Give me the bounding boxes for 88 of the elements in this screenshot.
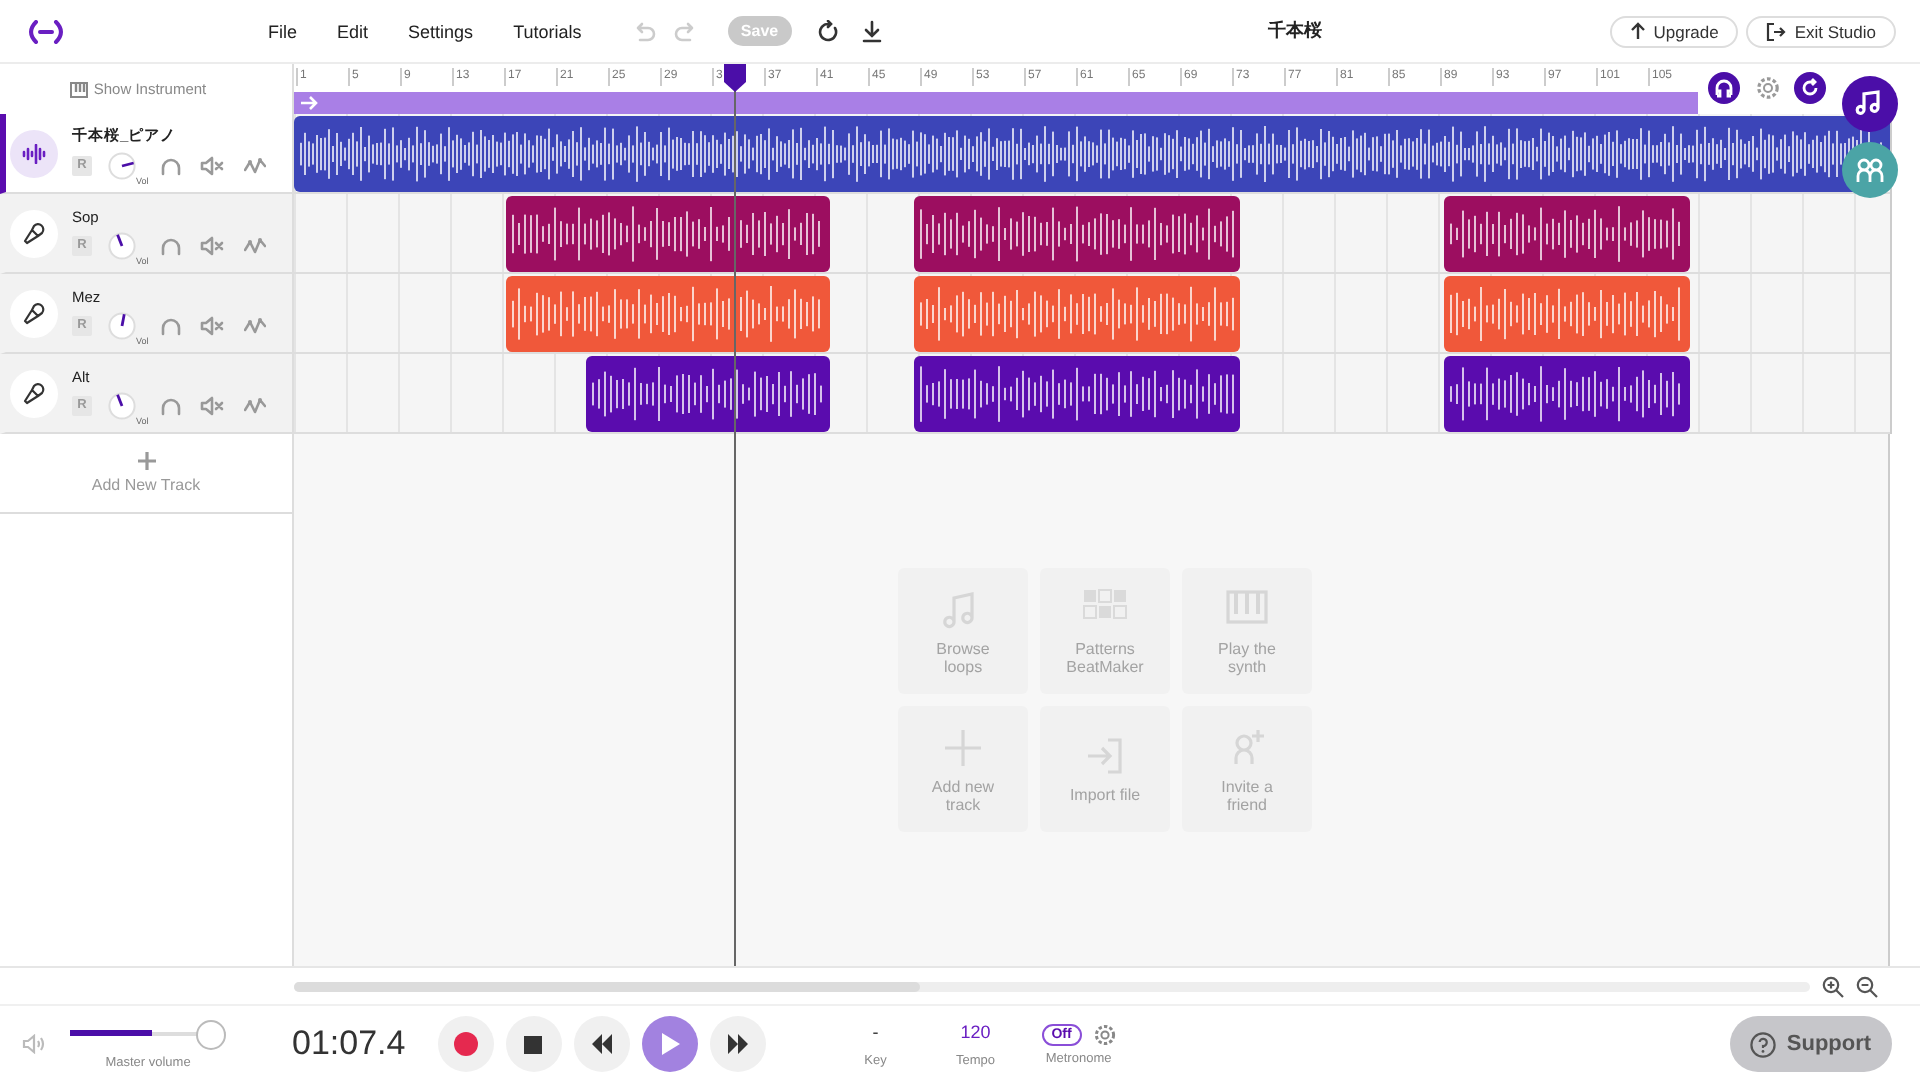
tile-label: Invite a friend — [1219, 777, 1275, 813]
stop-icon — [522, 1033, 545, 1055]
project-title: 千本桜 — [1267, 18, 1322, 44]
volume-knob[interactable] — [108, 152, 136, 180]
exit-icon — [1766, 21, 1787, 41]
track-icon[interactable] — [10, 209, 58, 257]
tile-label: Browse loops — [934, 639, 992, 675]
audio-clip[interactable] — [294, 116, 1890, 192]
volume-knob[interactable] — [108, 391, 136, 419]
record-button[interactable] — [437, 1016, 494, 1072]
tile-label: Add new track — [929, 777, 997, 813]
microphone-icon — [22, 381, 46, 405]
automation-icon[interactable] — [244, 156, 267, 176]
import-icon — [1082, 734, 1128, 776]
settings-icon[interactable] — [1756, 76, 1780, 100]
settings-icon[interactable] — [1093, 1023, 1116, 1045]
collaborators-icon[interactable] — [1842, 142, 1898, 198]
fast-forward-icon — [725, 1032, 750, 1056]
track-icon[interactable] — [10, 289, 58, 337]
play-button[interactable] — [641, 1016, 698, 1072]
playhead-marker[interactable] — [724, 64, 746, 92]
microphone-icon — [22, 301, 46, 325]
fast-forward-button[interactable] — [709, 1016, 766, 1072]
piano-icon — [69, 81, 88, 97]
mute-icon[interactable] — [200, 395, 225, 415]
audio-clip[interactable] — [586, 356, 830, 432]
tile-label: Patterns BeatMaker — [1064, 639, 1146, 675]
help-icon — [1750, 1031, 1777, 1057]
loop-icon[interactable] — [1794, 72, 1826, 104]
quick-action-tile[interactable]: Add new track — [898, 706, 1028, 832]
quick-action-tile[interactable]: Browse loops — [898, 568, 1028, 694]
quick-action-tile[interactable]: Play the synth — [1182, 568, 1312, 694]
mute-icon[interactable] — [200, 315, 225, 335]
add-track-label: Add New Track — [91, 476, 201, 494]
headphones-icon[interactable] — [1708, 72, 1740, 104]
menu-item[interactable]: Tutorials — [513, 21, 582, 41]
quick-action-tile[interactable]: Import file — [1040, 706, 1170, 832]
plus-icon — [940, 725, 986, 767]
automation-icon[interactable] — [244, 235, 267, 255]
menu-item[interactable]: Settings — [408, 21, 474, 41]
play-icon — [657, 1032, 682, 1056]
automation-icon[interactable] — [244, 315, 267, 335]
audio-clip[interactable] — [506, 276, 830, 352]
upgrade-button[interactable]: Upgrade — [1609, 15, 1739, 47]
audio-clip[interactable] — [1444, 276, 1690, 352]
quick-action-tile[interactable]: Patterns BeatMaker — [1040, 568, 1170, 694]
music-note-icon[interactable] — [1842, 76, 1898, 132]
tempo-value[interactable]: 120 — [960, 1021, 991, 1041]
volume-knob[interactable] — [108, 231, 136, 259]
audio-clip[interactable] — [914, 356, 1240, 432]
arrow-right-icon — [300, 96, 318, 111]
time-display: 01:07.4 — [292, 1024, 406, 1064]
menu-item[interactable]: Edit — [337, 21, 369, 41]
quick-action-tile[interactable]: Invite a friend — [1182, 706, 1312, 832]
plus-icon — [137, 452, 155, 470]
mute-icon[interactable] — [200, 235, 225, 255]
track-icon[interactable] — [10, 129, 58, 177]
audio-clip[interactable] — [506, 196, 830, 272]
stop-button[interactable] — [505, 1016, 562, 1072]
tile-label: Import file — [1067, 786, 1143, 804]
record-icon — [453, 1032, 478, 1056]
automation-icon[interactable] — [244, 395, 267, 415]
support-button[interactable]: Support — [1730, 1016, 1892, 1072]
zoom-in-icon[interactable] — [1822, 975, 1844, 997]
logo-icon[interactable] — [26, 19, 66, 43]
exit-studio-button[interactable]: Exit Studio — [1746, 15, 1896, 47]
microphone-icon — [22, 221, 46, 245]
scrollbar-thumb[interactable] — [294, 981, 920, 991]
zoom-out-icon[interactable] — [1856, 975, 1878, 997]
arrow-up-icon — [1629, 22, 1646, 40]
waveform-icon — [22, 143, 46, 163]
mute-icon[interactable] — [200, 156, 225, 176]
scrollbar[interactable] — [294, 981, 1810, 991]
refresh-icon[interactable] — [815, 19, 840, 43]
download-icon[interactable] — [859, 19, 884, 43]
menu-item[interactable]: File — [268, 21, 298, 41]
tile-label: Play the synth — [1216, 639, 1278, 675]
volume-knob[interactable] — [108, 311, 136, 339]
audio-clip[interactable] — [914, 196, 1240, 272]
track-icon[interactable] — [10, 369, 58, 417]
audio-clip[interactable] — [1444, 196, 1690, 272]
rewind-icon — [589, 1032, 614, 1056]
rewind-button[interactable] — [573, 1016, 630, 1072]
audio-clip[interactable] — [1444, 356, 1690, 432]
add-track-button[interactable]: Add New Track — [0, 434, 292, 514]
piano-icon — [1224, 587, 1270, 629]
key-value[interactable]: - — [872, 1021, 879, 1041]
audio-clip[interactable] — [914, 276, 1240, 352]
